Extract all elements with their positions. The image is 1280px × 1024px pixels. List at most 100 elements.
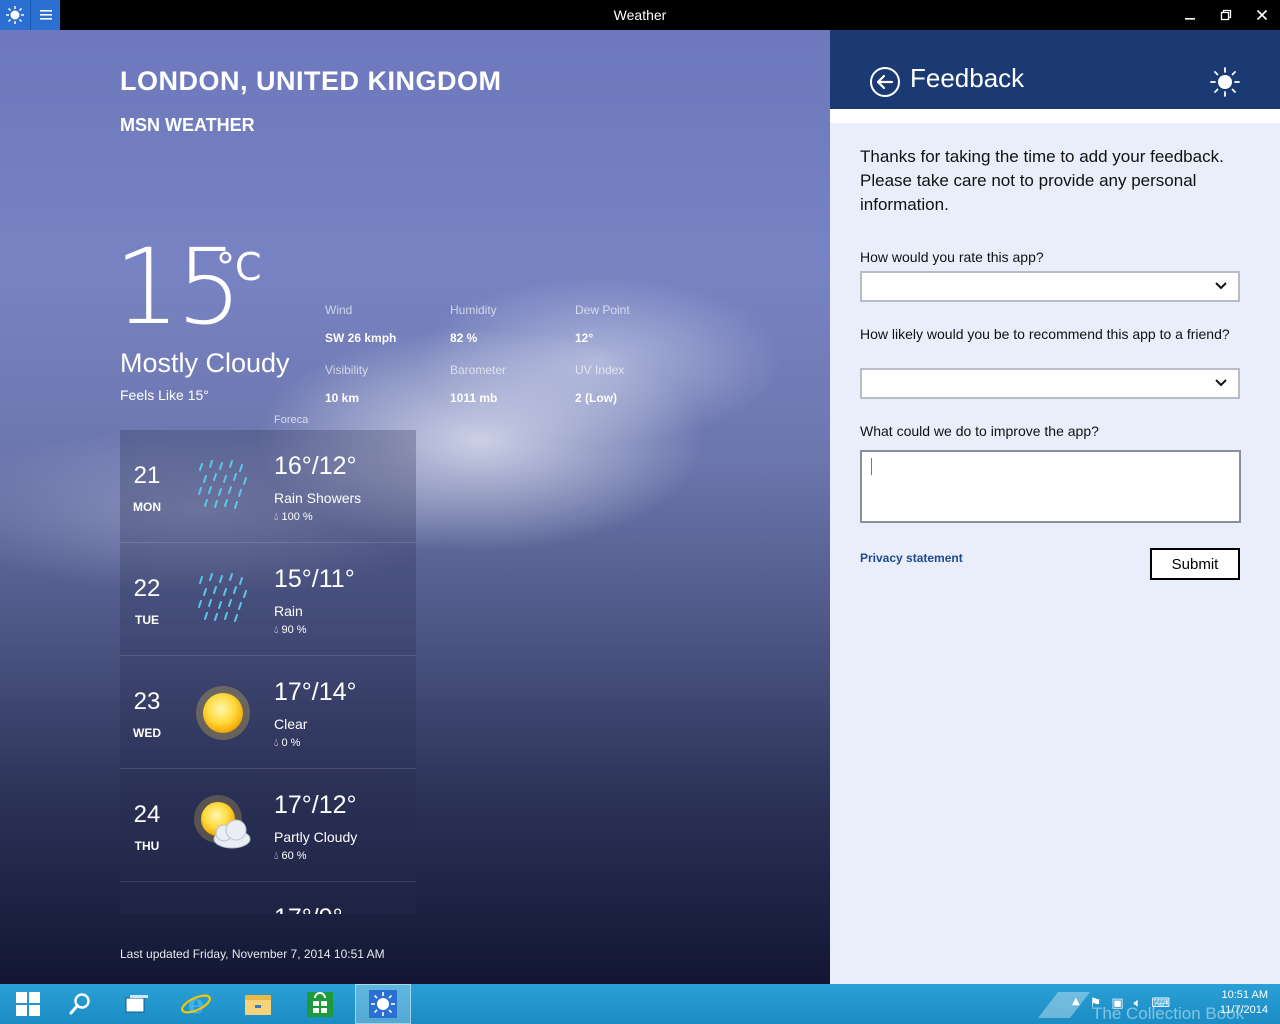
- provider-name: MSN WEATHER: [120, 115, 255, 135]
- chevron-down-icon: [1215, 379, 1227, 387]
- precip-value: 90 %: [281, 624, 307, 636]
- current-condition: Mostly Cloudy: [120, 348, 290, 378]
- forecast-day[interactable]: 21 MON 16°/12° Rain Showers 💧︎ 100 %: [120, 430, 416, 543]
- forecast-precipitation: 💧︎ 60 %: [274, 850, 307, 863]
- windows-logo-icon: [16, 992, 40, 1016]
- clock-time: 10:51 AM: [1221, 989, 1268, 1001]
- weather-taskbar-button[interactable]: [355, 984, 411, 1024]
- droplet-icon: 💧︎: [274, 511, 279, 523]
- precip-value: 60 %: [281, 850, 307, 862]
- system-tray: ▲ ⚑ ▣ 🔈︎ ⌨: [1072, 996, 1170, 1011]
- forecast-day[interactable]: 23 WED 17°/14° Clear 💧︎ 0 %: [120, 656, 416, 769]
- forecast-weekday: TUE: [135, 613, 159, 627]
- feedback-intro: Thanks for taking the time to add your f…: [860, 147, 1224, 214]
- close-button[interactable]: [1244, 0, 1280, 30]
- feels-like: Feels Like 15°: [120, 387, 209, 403]
- droplet-icon: 💧︎: [274, 850, 279, 862]
- forecast-source: Foreca: [274, 414, 309, 426]
- forecast-hi-lo: 17°/14°: [274, 678, 357, 706]
- volume-icon[interactable]: 🔈︎: [1134, 996, 1142, 1011]
- minimize-button[interactable]: [1172, 0, 1208, 30]
- detail-label: Wind: [325, 303, 353, 317]
- forecast-condition: Partly Cloudy: [274, 829, 358, 845]
- detail-uv-index: UV Index 2 (Low): [575, 363, 695, 405]
- file-explorer-button[interactable]: [230, 984, 286, 1024]
- droplet-icon: 💧︎: [274, 737, 279, 749]
- detail-barometer: Barometer 1011 mb: [450, 363, 570, 405]
- forecast-day[interactable]: 22 TUE 15°/11° Rain 💧︎ 90 %: [120, 543, 416, 656]
- task-view-icon: [125, 995, 148, 1013]
- restore-button[interactable]: [1208, 0, 1244, 30]
- rain-icon: [198, 573, 247, 622]
- detail-visibility: Visibility 10 km: [325, 363, 445, 405]
- search-icon: [69, 993, 90, 1015]
- detail-dew-point: Dew Point 12°: [575, 303, 695, 345]
- rating-select[interactable]: [860, 271, 1240, 302]
- forecast-hi-lo: 17°/9°: [274, 904, 343, 914]
- detail-value: 12°: [575, 331, 594, 345]
- forecast-precipitation: 💧︎ 0 %: [274, 737, 300, 750]
- sun-icon: [192, 908, 254, 914]
- detail-wind: Wind SW 26 kmph: [325, 303, 445, 345]
- forecast-condition: Clear: [274, 716, 308, 732]
- detail-value: 1011 mb: [450, 391, 498, 405]
- sun-icon: [196, 686, 250, 740]
- chevron-down-icon: [1215, 282, 1227, 290]
- improve-textarea[interactable]: [860, 450, 1241, 523]
- forecast-hi-lo: 15°/11°: [274, 565, 355, 593]
- network-icon[interactable]: ▣: [1111, 996, 1123, 1011]
- svg-text:e: e: [188, 990, 205, 1020]
- search-button[interactable]: [52, 984, 108, 1024]
- privacy-statement-link[interactable]: Privacy statement: [860, 551, 963, 565]
- rating-label: How would you rate this app?: [860, 249, 1044, 265]
- rain-icon: [198, 460, 247, 509]
- forecast-date: 24: [133, 801, 161, 828]
- last-updated: Last updated Friday, November 7, 2014 10…: [120, 947, 385, 961]
- internet-explorer-button[interactable]: e: [168, 984, 224, 1024]
- partly-cloudy-icon: [194, 795, 251, 849]
- detail-label: Dew Point: [575, 303, 630, 317]
- daily-forecast-list[interactable]: 21 MON 16°/12° Rain Showers 💧︎ 100 % 22 …: [120, 430, 416, 914]
- feedback-title: Feedback: [910, 63, 1025, 93]
- window-title: Weather: [613, 7, 667, 23]
- improve-label: What could we do to improve the app?: [860, 423, 1099, 439]
- detail-label: Visibility: [325, 363, 369, 377]
- weather-panel: LONDON, UNITED KINGDOM MSN WEATHER 15 °C…: [0, 30, 830, 984]
- forecast-date: 23: [133, 688, 161, 715]
- back-arrow-icon[interactable]: [869, 66, 901, 98]
- folder-icon: [245, 995, 271, 1015]
- flag-icon[interactable]: ⚑: [1090, 996, 1102, 1011]
- forecast-weekday: WED: [133, 726, 161, 740]
- text-caret: [871, 458, 872, 475]
- detail-value: SW 26 kmph: [325, 331, 397, 345]
- chevron-up-icon[interactable]: ▲: [1072, 996, 1080, 1011]
- forecast-date: 22: [133, 575, 161, 602]
- weather-icon: [369, 990, 397, 1018]
- recommend-select[interactable]: [860, 368, 1240, 399]
- start-button[interactable]: [0, 984, 56, 1024]
- store-button[interactable]: [292, 984, 348, 1024]
- precip-value: 0 %: [281, 737, 301, 749]
- clock-date: 11/7/2014: [1219, 1004, 1268, 1016]
- detail-value: 82 %: [450, 331, 478, 345]
- location-title: LONDON, UNITED KINGDOM: [120, 66, 502, 96]
- forecast-day[interactable]: 17°/9°: [120, 882, 416, 914]
- forecast-date: 21: [133, 462, 161, 489]
- internet-explorer-icon: e: [181, 990, 211, 1020]
- title-bar: Weather: [0, 0, 1280, 30]
- clock[interactable]: 10:51 AM 11/7/2014: [1220, 988, 1268, 1018]
- forecast-weekday: THU: [134, 839, 160, 853]
- sun-icon: [1210, 67, 1240, 97]
- detail-humidity: Humidity 82 %: [450, 303, 570, 345]
- temperature-unit[interactable]: °C: [216, 245, 262, 289]
- detail-label: Humidity: [450, 303, 497, 317]
- precip-value: 100 %: [281, 511, 313, 523]
- forecast-precipitation: 💧︎ 100 %: [274, 511, 313, 524]
- forecast-condition: Rain: [274, 603, 303, 619]
- recommend-label: How likely would you be to recommend thi…: [860, 326, 1230, 342]
- task-view-button[interactable]: [109, 984, 165, 1024]
- keyboard-icon[interactable]: ⌨: [1151, 996, 1170, 1011]
- detail-value: 2 (Low): [575, 391, 617, 405]
- submit-button[interactable]: Submit: [1150, 548, 1240, 580]
- forecast-day[interactable]: 24 THU 17°/12° Partly Cloudy 💧︎ 60 %: [120, 769, 416, 882]
